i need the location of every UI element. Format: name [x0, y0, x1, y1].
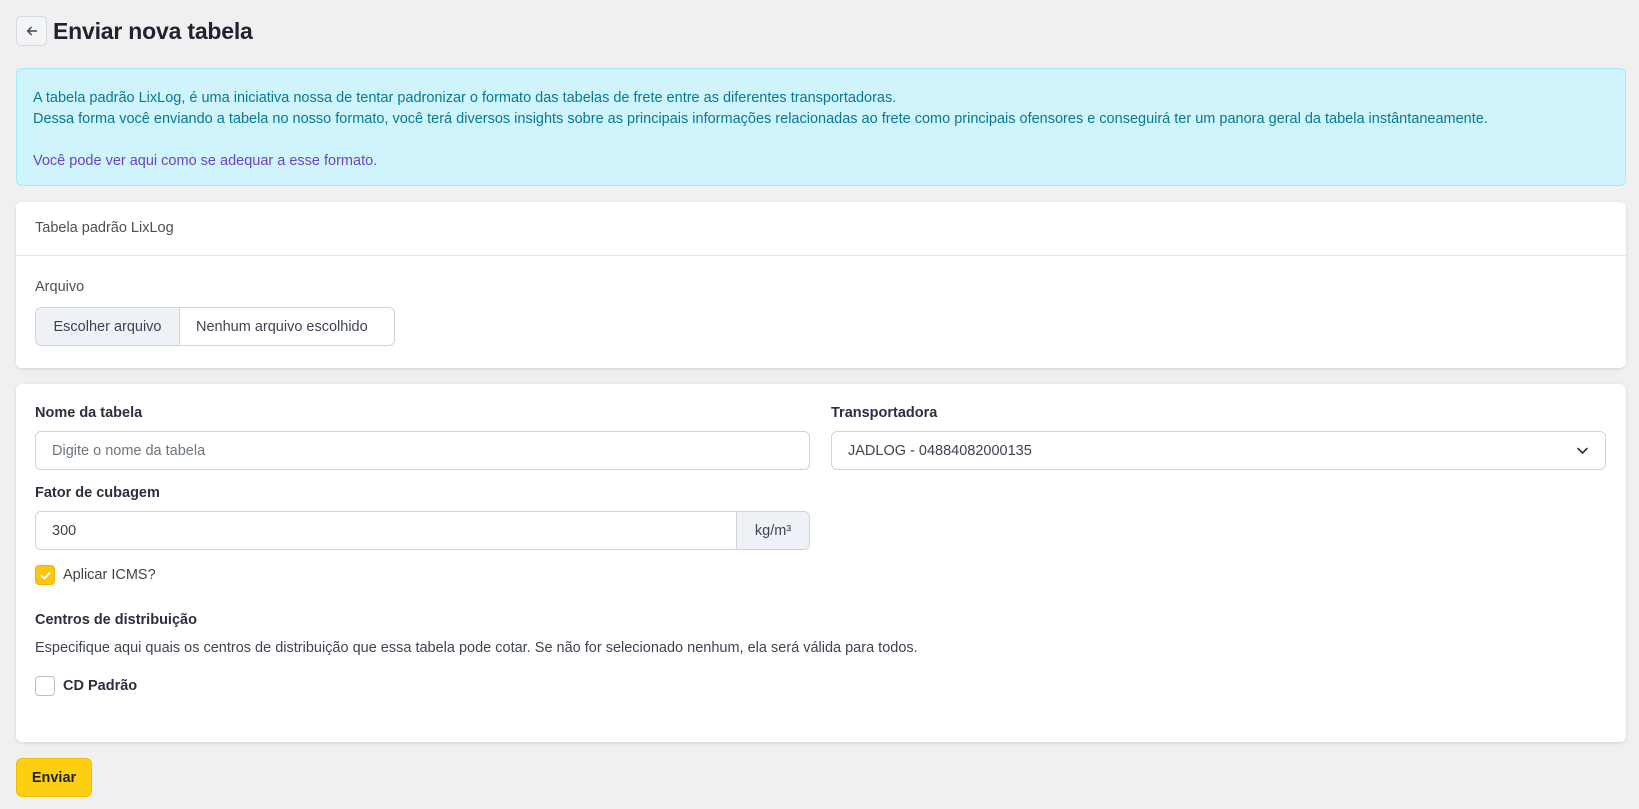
upload-card: Tabela padrão LixLog Arquivo Escolher ar…	[16, 202, 1626, 368]
back-button[interactable]	[16, 16, 47, 46]
submit-button[interactable]: Enviar	[16, 758, 92, 797]
file-status: Nenhum arquivo escolhido	[196, 318, 368, 335]
carrier-selected-value: JADLOG - 04884082000135	[848, 442, 1032, 459]
info-alert: A tabela padrão LixLog, é uma iniciativa…	[16, 68, 1626, 186]
cubage-unit: kg/m³	[736, 512, 809, 549]
icms-checkbox-label: Aplicar ICMS?	[63, 567, 156, 583]
check-icon	[40, 571, 50, 580]
carrier-label: Transportadora	[831, 405, 938, 421]
table-name-input[interactable]	[35, 431, 810, 470]
cubage-input-group: kg/m³	[35, 511, 810, 550]
distribution-centers-title: Centros de distribuição	[35, 612, 197, 628]
carrier-select[interactable]: JADLOG - 04884082000135	[831, 431, 1606, 470]
alert-line-1: A tabela padrão LixLog, é uma iniciativa…	[33, 90, 897, 106]
choose-file-button[interactable]: Escolher arquivo	[36, 308, 180, 345]
distribution-centers-help: Especifique aqui quais os centros de dis…	[35, 640, 918, 656]
file-input[interactable]: Escolher arquivo Nenhum arquivo escolhid…	[35, 307, 395, 346]
format-guide-link[interactable]: Você pode ver aqui como se adequar a ess…	[33, 153, 377, 169]
alert-line-2: Dessa forma você enviando a tabela no no…	[33, 111, 1488, 127]
chevron-down-icon	[1577, 447, 1588, 454]
upload-card-header: Tabela padrão LixLog	[16, 202, 1626, 256]
page-header: Enviar nova tabela	[16, 16, 253, 46]
cubage-input[interactable]	[36, 512, 736, 549]
cd-option-row[interactable]: CD Padrão	[35, 676, 137, 696]
icms-checkbox[interactable]	[35, 565, 55, 585]
page-title: Enviar nova tabela	[53, 17, 253, 44]
cubage-label: Fator de cubagem	[35, 485, 160, 501]
icms-checkbox-row[interactable]: Aplicar ICMS?	[35, 565, 156, 585]
arrow-left-icon	[26, 26, 37, 36]
table-name-label: Nome da tabela	[35, 405, 143, 421]
cd-padrao-checkbox[interactable]	[35, 676, 55, 696]
file-label: Arquivo	[35, 279, 85, 295]
table-form-card: Nome da tabela Transportadora JADLOG - 0…	[16, 384, 1626, 742]
cd-padrao-label: CD Padrão	[63, 678, 138, 694]
